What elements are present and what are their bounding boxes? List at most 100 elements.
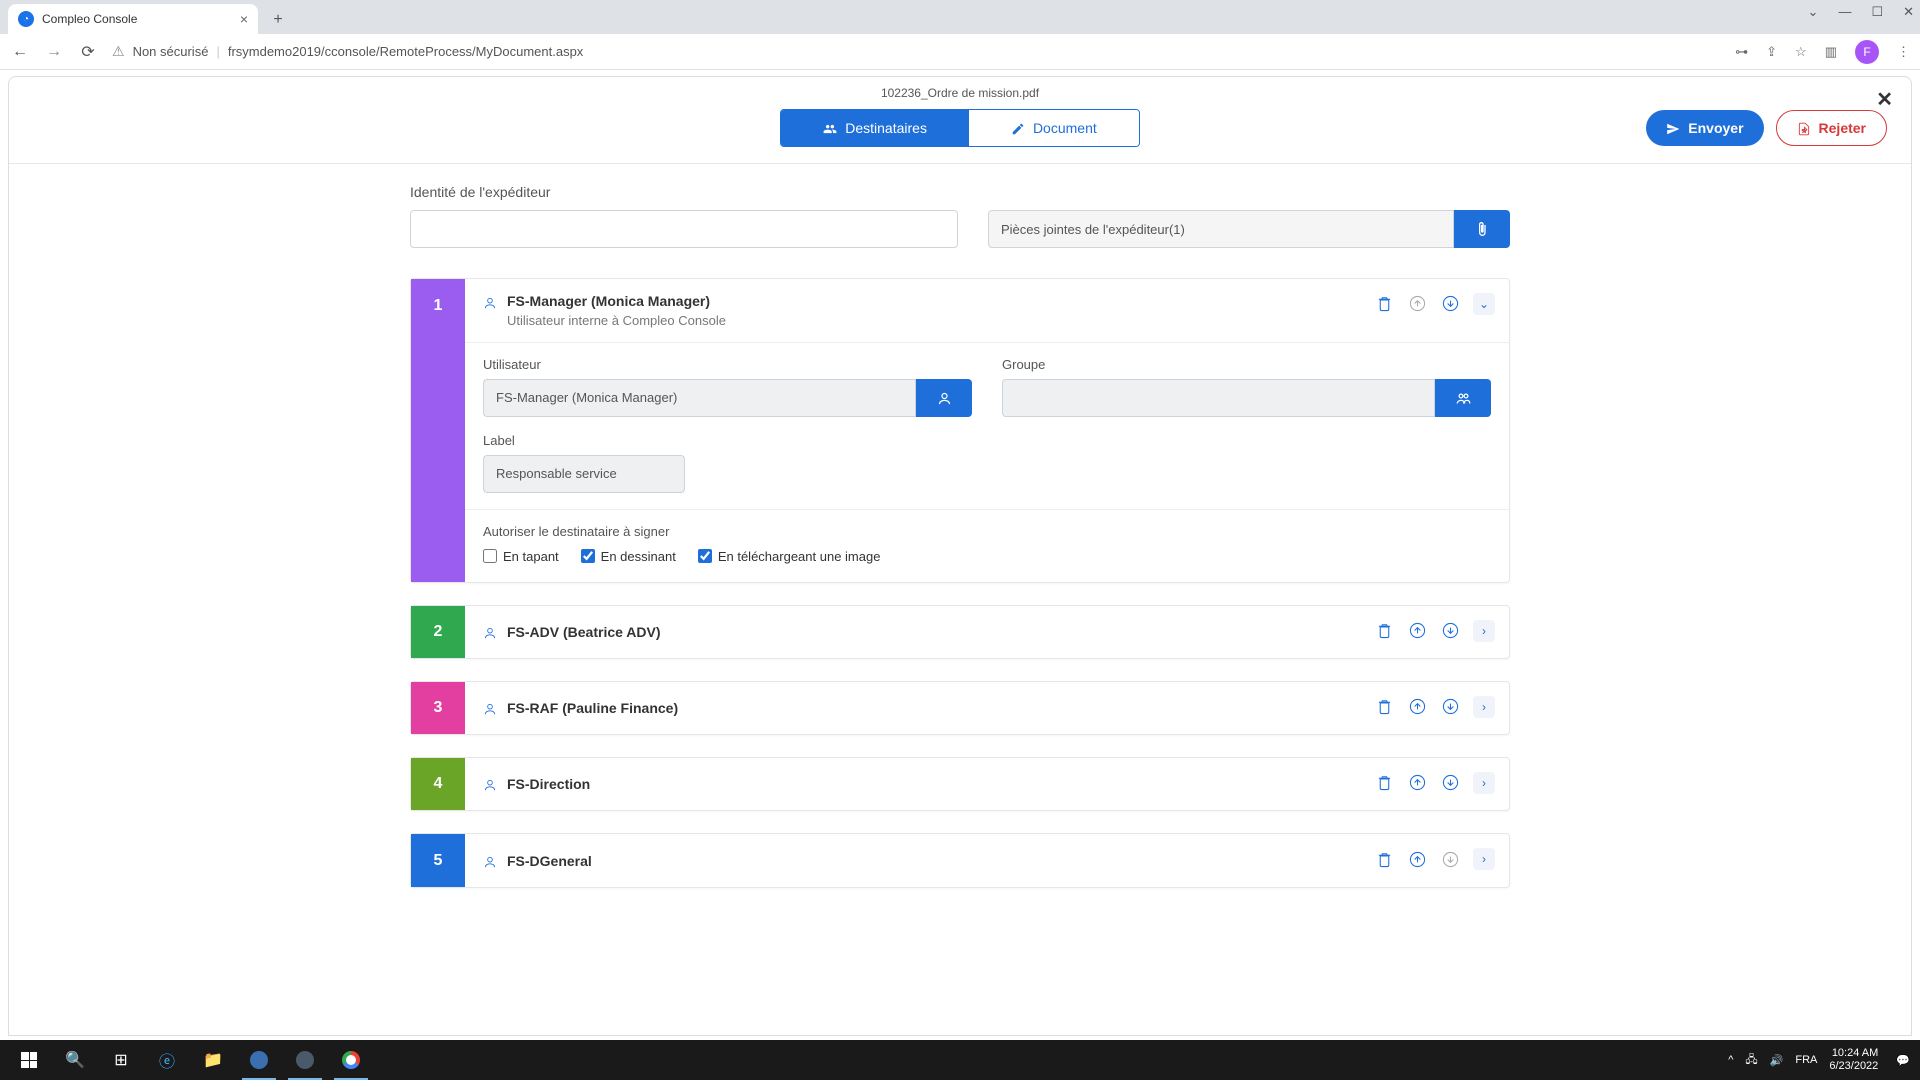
tab-favicon-icon: ◔ xyxy=(18,11,34,27)
send-icon xyxy=(1666,120,1680,136)
user-icon xyxy=(483,852,497,868)
taskbar-explorer-icon[interactable]: 📁 xyxy=(190,1040,236,1080)
tray-lang[interactable]: FRA xyxy=(1795,1054,1817,1066)
panel-icon[interactable]: ▥ xyxy=(1825,44,1837,60)
label-field-input[interactable] xyxy=(483,455,685,493)
sender-row: Pièces jointes de l'expéditeur(1) xyxy=(410,210,1510,248)
check-typing[interactable]: En tapant xyxy=(483,549,559,564)
check-typing-input[interactable] xyxy=(483,549,497,563)
tray-clock[interactable]: 10:24 AM 6/23/2022 xyxy=(1829,1047,1884,1073)
group-picker-icon xyxy=(1456,389,1471,406)
tab-recipients[interactable]: Destinataires xyxy=(781,110,969,146)
chrome-minimize-icon[interactable]: — xyxy=(1838,4,1851,20)
check-upload[interactable]: En téléchargeant une image xyxy=(698,549,881,564)
taskbar-app1-icon[interactable] xyxy=(236,1040,282,1080)
user-field-label: Utilisateur xyxy=(483,357,972,372)
kebab-menu-icon[interactable]: ⋮ xyxy=(1897,44,1910,60)
tray-volume-icon[interactable]: 🔊 xyxy=(1770,1054,1784,1067)
reject-icon xyxy=(1797,120,1811,136)
user-icon xyxy=(483,624,497,640)
move-up-icon[interactable] xyxy=(1409,620,1426,640)
chevron-right-icon: › xyxy=(1482,700,1486,714)
star-icon[interactable]: ☆ xyxy=(1795,44,1807,60)
start-button[interactable] xyxy=(6,1040,52,1080)
recipient-name: FS-RAF (Pauline Finance) xyxy=(507,700,678,716)
move-down-icon[interactable] xyxy=(1442,772,1459,792)
tray-notifications-icon[interactable]: 💬 xyxy=(1896,1054,1910,1067)
tab-recipients-label: Destinataires xyxy=(845,120,927,136)
group-field-input[interactable] xyxy=(1002,379,1435,417)
taskbar-chrome-icon[interactable] xyxy=(328,1040,374,1080)
nav-forward-icon: → xyxy=(44,43,64,61)
recipient-card-5: 5 FS-DGeneral › xyxy=(410,833,1510,887)
delete-icon[interactable] xyxy=(1376,696,1393,716)
browser-tab[interactable]: ◔ Compleo Console × xyxy=(8,4,258,34)
profile-avatar[interactable]: F xyxy=(1855,40,1879,64)
sign-section: Autoriser le destinataire à signer En ta… xyxy=(465,509,1509,568)
attachments-label[interactable]: Pièces jointes de l'expéditeur(1) xyxy=(988,210,1454,248)
delete-icon[interactable] xyxy=(1376,848,1393,868)
move-up-icon xyxy=(1409,293,1426,313)
modal-filename: 102236_Ordre de mission.pdf xyxy=(881,86,1039,100)
attach-button[interactable] xyxy=(1454,210,1510,248)
chrome-close-icon[interactable]: ✕ xyxy=(1903,4,1914,20)
taskbar-search-icon[interactable]: 🔍 xyxy=(52,1040,98,1080)
nav-reload-icon[interactable]: ⟳ xyxy=(78,42,98,62)
tray-time: 10:24 AM xyxy=(1829,1047,1878,1060)
collapse-button[interactable]: ⌄ xyxy=(1473,293,1495,315)
delete-icon[interactable] xyxy=(1376,772,1393,792)
chevron-right-icon: › xyxy=(1482,776,1486,790)
tab-document[interactable]: Document xyxy=(969,110,1139,146)
recipient-subtitle: Utilisateur interne à Compleo Console xyxy=(507,313,1491,328)
move-up-icon[interactable] xyxy=(1409,848,1426,868)
reject-label: Rejeter xyxy=(1819,120,1866,136)
recipient-actions xyxy=(1376,293,1459,313)
group-picker-button[interactable] xyxy=(1435,379,1491,417)
check-upload-input[interactable] xyxy=(698,549,712,563)
sender-identity-input[interactable] xyxy=(410,210,958,248)
chrome-maximize-icon[interactable]: ☐ xyxy=(1871,4,1883,20)
expand-button[interactable]: › xyxy=(1473,620,1495,642)
user-field-input[interactable] xyxy=(483,379,916,417)
move-up-icon[interactable] xyxy=(1409,772,1426,792)
new-tab-button[interactable]: + xyxy=(264,6,292,34)
tab-close-icon[interactable]: × xyxy=(240,11,248,27)
user-picker-icon xyxy=(937,389,952,406)
addr-separator: | xyxy=(216,44,219,59)
check-drawing-input[interactable] xyxy=(581,549,595,563)
document-modal: 102236_Ordre de mission.pdf ✕ Destinatai… xyxy=(8,76,1912,1036)
chevron-right-icon: › xyxy=(1482,852,1486,866)
address-box[interactable]: ⚠ Non sécurisé | frsymdemo2019/cconsole/… xyxy=(112,43,583,60)
move-down-icon[interactable] xyxy=(1442,293,1459,313)
windows-logo-icon xyxy=(21,1052,37,1068)
move-down-icon[interactable] xyxy=(1442,696,1459,716)
paperclip-icon xyxy=(1474,220,1490,238)
expand-button[interactable]: › xyxy=(1473,848,1495,870)
windows-taskbar: 🔍 ⊞ ⓔ 📁 ^ 🖧 🔊 FRA 10:24 AM 6/23/2022 💬 xyxy=(0,1040,1920,1080)
recipient-name: FS-Manager (Monica Manager) xyxy=(507,293,710,309)
nav-back-icon[interactable]: ← xyxy=(10,43,30,61)
send-button[interactable]: Envoyer xyxy=(1646,110,1763,146)
group-field-label: Groupe xyxy=(1002,357,1491,372)
tray-network-icon[interactable]: 🖧 xyxy=(1745,1051,1757,1070)
share-icon[interactable]: ⇪ xyxy=(1766,44,1777,60)
chrome-menu-caret-icon[interactable]: ⌄ xyxy=(1808,4,1819,20)
move-up-icon[interactable] xyxy=(1409,696,1426,716)
key-icon[interactable]: ⊶ xyxy=(1735,44,1748,60)
move-down-icon[interactable] xyxy=(1442,620,1459,640)
check-drawing[interactable]: En dessinant xyxy=(581,549,676,564)
modal-content: Identité de l'expéditeur Pièces jointes … xyxy=(410,164,1510,929)
recipient-card-3: 3 FS-RAF (Pauline Finance) › xyxy=(410,681,1510,735)
user-picker-button[interactable] xyxy=(916,379,972,417)
tray-date: 6/23/2022 xyxy=(1829,1060,1878,1073)
expand-button[interactable]: › xyxy=(1473,772,1495,794)
reject-button[interactable]: Rejeter xyxy=(1776,110,1887,146)
tray-chevron-icon[interactable]: ^ xyxy=(1728,1054,1733,1066)
taskbar-taskview-icon[interactable]: ⊞ xyxy=(98,1040,144,1080)
delete-icon[interactable] xyxy=(1376,620,1393,640)
taskbar-app2-icon[interactable] xyxy=(282,1040,328,1080)
delete-icon[interactable] xyxy=(1376,293,1393,313)
expand-button[interactable]: › xyxy=(1473,696,1495,718)
taskbar-ie-icon[interactable]: ⓔ xyxy=(144,1040,190,1080)
chrome-window-controls: ⌄ — ☐ ✕ xyxy=(1808,4,1914,20)
